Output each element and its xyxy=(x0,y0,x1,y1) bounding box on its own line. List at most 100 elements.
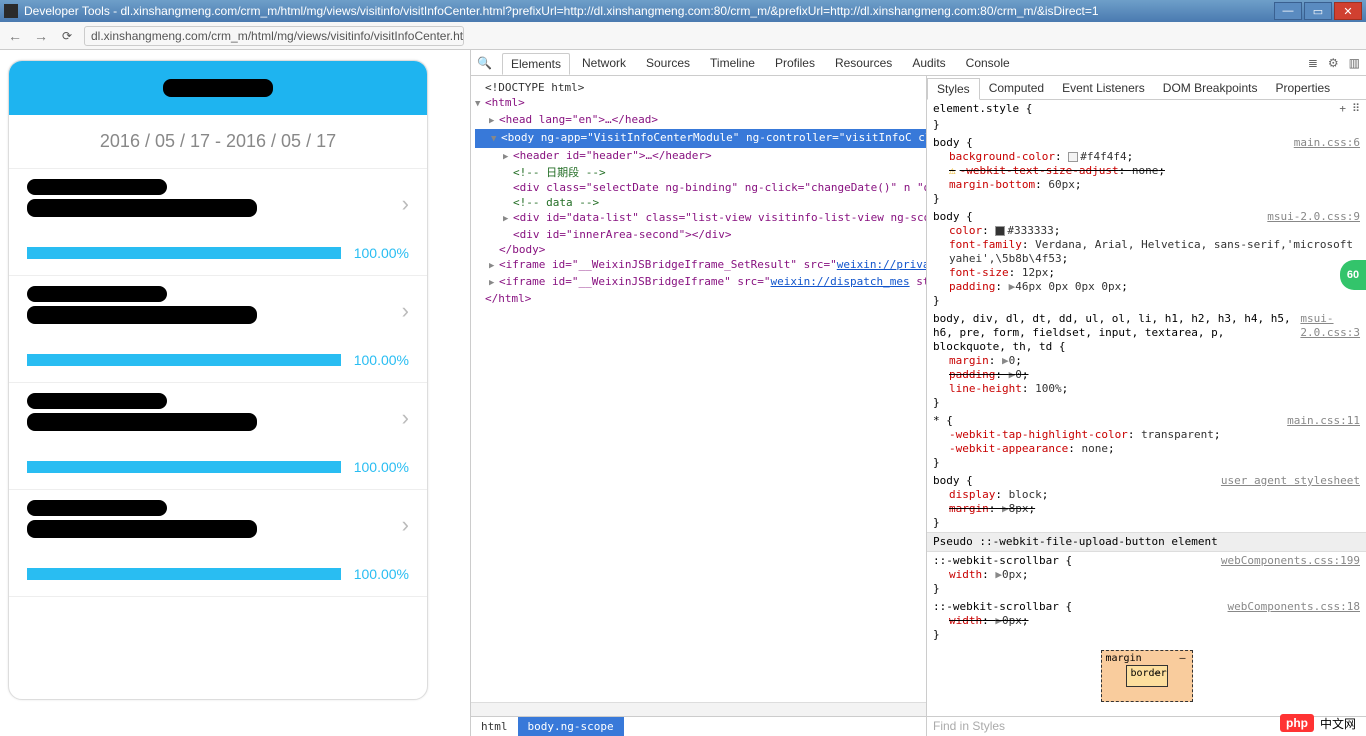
dom-node[interactable]: </body> xyxy=(499,243,545,256)
dom-node[interactable]: <div class="selectDate ng-binding" ng-cl… xyxy=(513,181,926,194)
list-item[interactable]: › 100.00% xyxy=(9,169,427,276)
tab-elements[interactable]: Elements xyxy=(502,53,570,75)
progress-bar xyxy=(27,354,341,366)
css-rule-header[interactable]: body, div, dl, dt, dd, ul, ol, li, h1, h… xyxy=(927,310,1366,354)
dom-tree[interactable]: <!DOCTYPE html> <html> <head lang="en">…… xyxy=(471,76,926,702)
tab-styles[interactable]: Styles xyxy=(927,78,980,100)
dom-node[interactable]: <header id="header">…</header> xyxy=(513,149,712,162)
css-source-link[interactable]: webComponents.css:199 xyxy=(1221,554,1360,568)
css-property[interactable]: width: ▶0px; xyxy=(927,568,1366,582)
dom-node[interactable]: <head lang="en">…</head> xyxy=(499,113,658,126)
css-rule-header[interactable]: body {user agent stylesheet xyxy=(927,472,1366,488)
expand-toggle[interactable] xyxy=(489,257,499,274)
redacted-text xyxy=(27,520,257,538)
window-minimize-button[interactable]: — xyxy=(1274,2,1302,20)
redacted-text xyxy=(27,179,167,195)
tab-properties[interactable]: Properties xyxy=(1266,78,1339,98)
css-property[interactable]: margin: ▶0; xyxy=(927,354,1366,368)
css-property[interactable]: font-size: 12px; xyxy=(927,266,1366,280)
tab-event-listeners[interactable]: Event Listeners xyxy=(1053,78,1154,98)
css-property[interactable]: width: ▶0px; xyxy=(927,614,1366,628)
list-item[interactable]: › 100.00% xyxy=(9,490,427,597)
window-titlebar: Developer Tools - dl.xinshangmeng.com/cr… xyxy=(0,0,1366,22)
address-bar[interactable]: dl.xinshangmeng.com/crm_m/html/mg/views/… xyxy=(84,26,464,46)
progress-bar xyxy=(27,461,341,473)
dom-node[interactable]: <html> xyxy=(485,96,525,109)
tab-audits[interactable]: Audits xyxy=(904,53,953,73)
list-item[interactable]: › 100.00% xyxy=(9,276,427,383)
css-property[interactable]: line-height: 100%; xyxy=(927,382,1366,396)
dom-link[interactable]: weixin://private/setresult/SCENE_FETCHQU… xyxy=(837,258,926,271)
dom-node-selected[interactable]: <body ng-app="VisitInfoCenterModule" ng-… xyxy=(475,129,926,148)
css-property[interactable]: padding: ▶46px 0px 0px 0px; xyxy=(927,280,1366,294)
reload-button[interactable]: ⟳ xyxy=(58,27,76,45)
css-property[interactable]: margin: ▶8px; xyxy=(927,502,1366,516)
css-rule-header[interactable]: body {main.css:6 xyxy=(927,134,1366,150)
window-title: Developer Tools - dl.xinshangmeng.com/cr… xyxy=(24,4,1272,18)
tab-resources[interactable]: Resources xyxy=(827,53,900,73)
dom-node[interactable]: <div id="innerArea-second"></div> xyxy=(513,228,732,241)
css-property[interactable]: -webkit-appearance: none; xyxy=(927,442,1366,456)
search-icon[interactable]: 🔍 xyxy=(477,56,492,70)
tab-network[interactable]: Network xyxy=(574,53,634,73)
expand-toggle[interactable] xyxy=(503,210,513,227)
css-property[interactable]: margin-bottom: 60px; xyxy=(927,178,1366,192)
expand-toggle[interactable] xyxy=(475,95,485,112)
css-property[interactable]: padding: ▶0; xyxy=(927,368,1366,382)
drawer-icon[interactable]: ≣ xyxy=(1308,56,1318,70)
css-rule-header[interactable]: * {main.css:11 xyxy=(927,412,1366,428)
new-rule-icon[interactable]: + xyxy=(1339,102,1346,116)
styles-tabbar: Styles Computed Event Listeners DOM Brea… xyxy=(927,76,1366,100)
css-source-link[interactable]: main.css:11 xyxy=(1287,414,1360,428)
percentage-label: 100.00% xyxy=(351,566,409,582)
forward-button[interactable]: → xyxy=(32,27,50,45)
list-item[interactable]: › 100.00% xyxy=(9,383,427,490)
tab-dom-breakpoints[interactable]: DOM Breakpoints xyxy=(1154,78,1267,98)
chevron-right-icon: › xyxy=(402,405,409,431)
dom-node[interactable]: <!-- 日期段 --> xyxy=(513,166,606,179)
date-range[interactable]: 2016 / 05 / 17 - 2016 / 05 / 17 xyxy=(9,115,427,169)
window-close-button[interactable]: ✕ xyxy=(1334,2,1362,20)
css-rule-header[interactable]: body {msui-2.0.css:9 xyxy=(927,208,1366,224)
styles-rules[interactable]: element.style { + ⠿ } body {main.css:6ba… xyxy=(927,100,1366,716)
css-property[interactable]: color: #333333; xyxy=(927,224,1366,238)
css-property[interactable]: display: block; xyxy=(927,488,1366,502)
toggle-state-icon[interactable]: ⠿ xyxy=(1352,102,1360,116)
tab-timeline[interactable]: Timeline xyxy=(702,53,763,73)
expand-toggle[interactable] xyxy=(503,148,513,165)
window-maximize-button[interactable]: ▭ xyxy=(1304,2,1332,20)
css-source-link[interactable]: msui-2.0.css:3 xyxy=(1300,312,1360,354)
dom-node[interactable]: <div id="data-list" class="list-view vis… xyxy=(513,211,926,224)
dom-node[interactable]: <!DOCTYPE html> xyxy=(485,81,584,94)
css-source-link[interactable]: msui-2.0.css:9 xyxy=(1267,210,1360,224)
tab-computed[interactable]: Computed xyxy=(980,78,1053,98)
tab-profiles[interactable]: Profiles xyxy=(767,53,823,73)
dom-node[interactable]: </html> xyxy=(485,292,531,305)
back-button[interactable]: ← xyxy=(6,27,24,45)
css-source-link[interactable]: main.css:6 xyxy=(1294,136,1360,150)
dom-node[interactable]: <!-- data --> xyxy=(513,196,599,209)
dock-icon[interactable]: ▥ xyxy=(1349,56,1360,70)
css-rule-header[interactable]: ::-webkit-scrollbar {webComponents.css:1… xyxy=(927,552,1366,568)
css-property[interactable]: ⚠-webkit-text-size-adjust: none; xyxy=(927,164,1366,178)
css-property[interactable]: -webkit-tap-highlight-color: transparent… xyxy=(927,428,1366,442)
css-rule-header[interactable]: ::-webkit-scrollbar {webComponents.css:1… xyxy=(927,598,1366,614)
floating-badge[interactable]: 60 xyxy=(1340,260,1366,290)
expand-toggle[interactable] xyxy=(489,112,499,129)
redacted-text xyxy=(27,393,167,409)
dom-link[interactable]: weixin://dispatch_mes xyxy=(771,275,910,288)
percentage-label: 100.00% xyxy=(351,352,409,368)
horizontal-scrollbar[interactable] xyxy=(471,702,926,716)
css-source-link[interactable]: webComponents.css:18 xyxy=(1228,600,1360,614)
tab-console[interactable]: Console xyxy=(958,53,1018,73)
settings-icon[interactable]: ⚙ xyxy=(1328,56,1339,70)
breadcrumb-item[interactable]: html xyxy=(471,717,518,736)
mobile-frame: 2016 / 05 / 17 - 2016 / 05 / 17 › 100.00… xyxy=(8,60,428,700)
box-model: margin – border – xyxy=(927,644,1366,708)
css-source-link[interactable]: user agent stylesheet xyxy=(1221,474,1360,488)
expand-toggle[interactable] xyxy=(489,274,499,291)
css-property[interactable]: font-family: Verdana, Arial, Helvetica, … xyxy=(927,238,1366,266)
css-property[interactable]: background-color: #f4f4f4; xyxy=(927,150,1366,164)
breadcrumb-item[interactable]: body.ng-scope xyxy=(518,717,624,736)
tab-sources[interactable]: Sources xyxy=(638,53,698,73)
